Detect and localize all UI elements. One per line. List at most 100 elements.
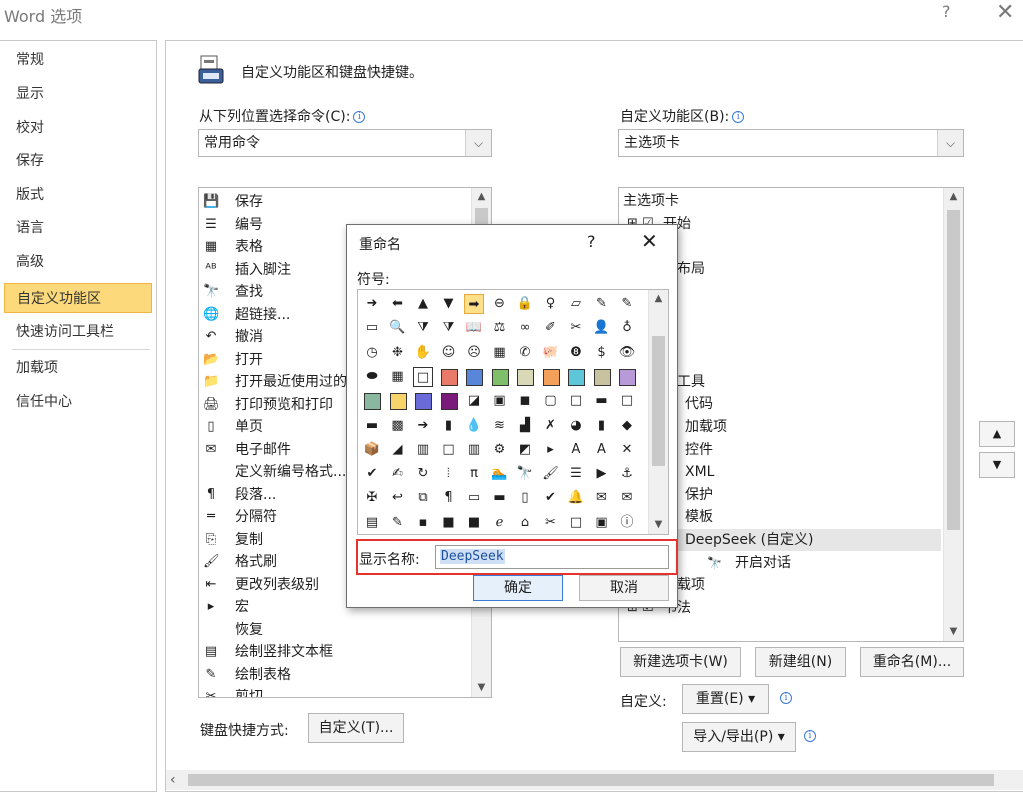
reset-button[interactable]: 重置(E) ▾ — [682, 684, 769, 714]
symbol-cell[interactable]: ▭ — [464, 488, 484, 508]
symbol-cell[interactable]: ℯ — [490, 513, 510, 533]
symbol-cell[interactable]: 🔔 — [566, 488, 586, 508]
symbol-cell[interactable]: ⦙ — [439, 464, 459, 484]
symbol-cell[interactable]: ⚓ — [617, 464, 637, 484]
symbol-cell[interactable]: ⧩ — [413, 318, 433, 338]
nav-item-save[interactable]: 保存 — [4, 146, 152, 176]
scroll-up-icon[interactable]: ▲ — [649, 290, 668, 308]
symbol-cell[interactable]: $ — [592, 343, 612, 363]
scroll-up-icon[interactable]: ▲ — [472, 188, 491, 206]
symbol-cell[interactable] — [568, 368, 585, 386]
symbol-cell[interactable]: ▢ — [541, 391, 561, 411]
symbol-cell[interactable] — [364, 393, 381, 411]
command-item[interactable]: ▤ 绘制竖排文本框 — [201, 641, 471, 663]
symbol-cell[interactable]: ▶ — [592, 464, 612, 484]
symbol-cell[interactable]: ✎ — [592, 294, 612, 314]
nav-item-advanced[interactable]: 高级 — [4, 247, 152, 277]
symbol-cell[interactable]: A — [566, 440, 586, 460]
nav-item-language[interactable]: 语言 — [4, 213, 152, 243]
symbol-scrollbar[interactable]: ▲ ▼ — [648, 290, 668, 534]
nav-item-addins[interactable]: 加载项 — [4, 353, 152, 383]
symbol-cell[interactable]: ✋ — [413, 343, 433, 363]
symbol-cell[interactable]: ✆ — [515, 343, 535, 363]
symbol-cell[interactable]: ✎ — [617, 294, 637, 314]
symbol-cell[interactable]: ➜ — [362, 294, 382, 314]
symbol-cell[interactable]: ⬅ — [388, 294, 408, 314]
symbol-cell[interactable]: ■ — [464, 513, 484, 533]
symbol-cell[interactable]: ♁ — [617, 318, 637, 338]
symbol-cell[interactable]: ◼ — [515, 391, 535, 411]
dialog-help-button[interactable]: ? — [587, 232, 596, 251]
symbol-cell[interactable]: ◕ — [566, 416, 586, 436]
symbol-cell[interactable]: ■ — [439, 513, 459, 533]
symbol-cell[interactable] — [440, 368, 458, 386]
scroll-up-icon[interactable]: ▲ — [944, 188, 963, 206]
nav-item-proofing[interactable]: 校对 — [4, 113, 152, 143]
symbol-cell[interactable]: ▼ — [439, 294, 459, 314]
symbol-cell[interactable]: ▱ — [566, 294, 586, 314]
symbol-cell[interactable]: ✔ — [362, 464, 382, 484]
symbol-cell[interactable]: ☺ — [439, 343, 459, 363]
scroll-thumb[interactable] — [188, 774, 994, 786]
symbol-cell[interactable]: 🔍 — [388, 318, 408, 338]
symbol-cell[interactable]: ▲ — [413, 294, 433, 314]
symbol-cell[interactable]: ¶ — [439, 488, 459, 508]
symbol-cell[interactable]: ✎ — [388, 513, 408, 533]
nav-item-trust-center[interactable]: 信任中心 — [4, 387, 152, 417]
symbol-cell[interactable]: ✗ — [541, 416, 561, 436]
scroll-down-icon[interactable]: ▼ — [649, 516, 668, 534]
symbol-cell[interactable]: □ — [413, 366, 433, 387]
symbol-cell[interactable]: 👁 — [617, 343, 637, 363]
command-item[interactable]: 💾 保存 — [201, 191, 471, 213]
symbol-cell[interactable]: ✐ — [541, 318, 561, 338]
symbol-cell[interactable]: ✔ — [541, 488, 561, 508]
scroll-left-icon[interactable]: ‹ — [170, 770, 176, 790]
symbol-cell[interactable]: ▯ — [515, 488, 535, 508]
customize-ribbon-combo[interactable]: 主选项卡 ⌵ — [618, 129, 964, 157]
customize-shortcut-button[interactable]: 自定义(T)... — [308, 713, 404, 743]
command-item[interactable]: ✎ 绘制表格 — [201, 664, 471, 686]
symbol-cell[interactable]: ◷ — [362, 343, 382, 363]
symbol-cell[interactable]: ✂ — [541, 513, 561, 533]
symbol-cell[interactable] — [491, 368, 509, 386]
scroll-thumb[interactable] — [947, 210, 960, 530]
symbol-cell[interactable]: ◢ — [388, 440, 408, 460]
symbol-cell[interactable]: ✉ — [592, 488, 612, 508]
ribbon-tree-scrollbar[interactable]: ▲ ▼ — [943, 188, 963, 641]
cancel-button[interactable]: 取消 — [579, 575, 669, 601]
symbol-cell[interactable]: ↻ — [413, 464, 433, 484]
symbol-cell[interactable] — [415, 393, 432, 411]
new-tab-button[interactable]: 新建选项卡(W) — [620, 647, 741, 677]
symbol-cell[interactable]: ▣ — [490, 391, 510, 411]
symbol-cell[interactable]: ▦ — [388, 367, 408, 387]
symbol-cell[interactable]: 🔭 — [515, 464, 535, 484]
symbol-cell[interactable] — [517, 368, 534, 386]
symbol-cell[interactable]: ❉ — [388, 343, 408, 363]
symbol-cell[interactable]: ▸ — [541, 440, 561, 460]
symbol-cell[interactable]: 💧 — [464, 416, 484, 436]
symbol-cell[interactable]: ◪ — [464, 391, 484, 411]
symbol-cell[interactable]: ▬ — [592, 391, 612, 411]
scroll-down-icon[interactable]: ▼ — [944, 623, 963, 641]
new-group-button[interactable]: 新建组(N) — [755, 647, 846, 677]
nav-item-customize-ribbon[interactable]: 自定义功能区 — [4, 283, 152, 313]
ok-button[interactable]: 确定 — [473, 575, 563, 601]
symbol-cell[interactable]: ▬ — [362, 416, 382, 436]
symbol-cell[interactable]: ✠ — [362, 488, 382, 508]
symbol-cell[interactable]: □ — [566, 513, 586, 533]
symbol-cell[interactable]: ☰ — [566, 464, 586, 484]
rename-button[interactable]: 重命名(M)... — [860, 647, 964, 677]
symbol-cell[interactable]: 🖌 — [541, 464, 561, 484]
symbol-cell[interactable]: □ — [617, 391, 637, 411]
symbol-cell[interactable]: ↩ — [388, 488, 408, 508]
symbol-cell[interactable]: ❽ — [566, 343, 586, 363]
ribbon-tree-item[interactable]: 主选项卡 — [621, 190, 941, 212]
symbol-cell[interactable]: □ — [566, 391, 586, 411]
symbol-cell[interactable]: ▟ — [515, 416, 535, 436]
symbol-cell[interactable]: A — [592, 440, 612, 460]
chevron-down-icon[interactable]: ⌵ — [465, 130, 491, 156]
symbol-cell[interactable]: 🐖 — [541, 343, 561, 363]
symbol-cell[interactable]: ⚙ — [490, 440, 510, 460]
symbol-cell[interactable]: ⚖ — [490, 318, 510, 338]
horizontal-scrollbar[interactable]: ‹ — [166, 770, 1023, 790]
